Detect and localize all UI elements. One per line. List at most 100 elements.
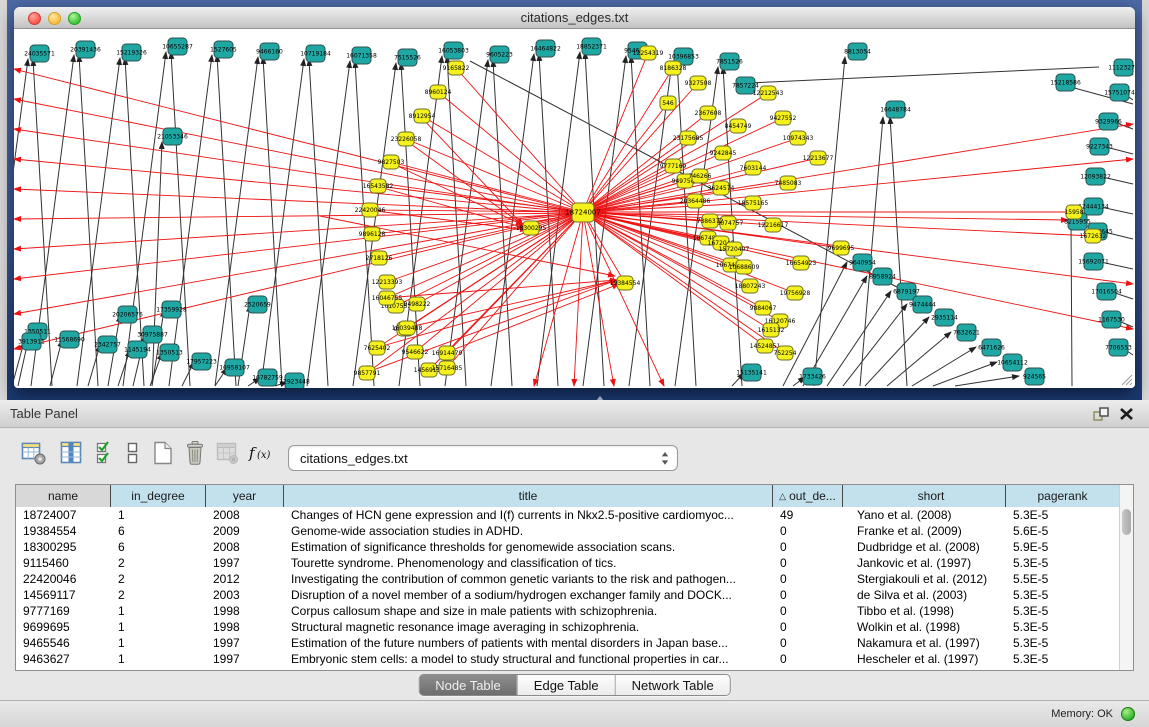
function-builder-icon[interactable]: f (x) xyxy=(246,440,274,466)
cell-short: Jankovic et al. (1997) xyxy=(843,555,1006,571)
scrollbar-thumb[interactable] xyxy=(1122,509,1131,535)
table-row[interactable]: 946362711997Embryonic stem cells: a mode… xyxy=(16,651,1120,667)
combo-stepper-icon xyxy=(661,451,669,466)
graph-node-label: 3624574 xyxy=(708,185,735,192)
graph-edge xyxy=(50,340,62,386)
graph-node-label: 924565 xyxy=(1023,374,1046,381)
graph-node-label: 9640954 xyxy=(849,260,876,267)
memory-ok-led-icon[interactable] xyxy=(1121,707,1135,721)
graph-node-label: 15751074 xyxy=(1104,90,1135,97)
cell-pagerank: 5.3E-5 xyxy=(1006,635,1120,651)
network-canvas[interactable]: 2403557120391436152193261065528715276059… xyxy=(14,29,1135,388)
graph-edge xyxy=(933,362,997,386)
table-row[interactable]: 1872400712008Changes of HCN gene express… xyxy=(16,507,1120,523)
graph-node-label: 20364486 xyxy=(680,198,711,205)
new-column-icon[interactable] xyxy=(150,440,178,466)
graph-edge xyxy=(890,117,907,386)
graph-node-label: 3913911 xyxy=(18,339,45,346)
cell-title: Embryonic stem cells: a model to study s… xyxy=(284,651,773,667)
cell-name: 18724007 xyxy=(16,507,111,523)
table-row[interactable]: 969969511998Structural magnetic resonanc… xyxy=(16,619,1120,635)
graph-node-label: 17359928 xyxy=(156,307,187,314)
graph-node-label: 2520659 xyxy=(244,302,271,309)
table-settings-icon[interactable] xyxy=(20,440,48,466)
graph-node-label: 9329966 xyxy=(1095,119,1122,126)
network-view-window[interactable]: citations_edges.txt 24035571203914361521… xyxy=(14,7,1135,388)
table-row[interactable]: 1830029562008Estimation of significance … xyxy=(16,539,1120,555)
column-header-short[interactable]: short xyxy=(843,485,1006,507)
column-header-title[interactable]: title xyxy=(284,485,773,507)
show-columns-icon[interactable] xyxy=(58,440,86,466)
graph-node-label: 7485083 xyxy=(775,180,802,187)
column-header-pagerank[interactable]: pagerank xyxy=(1006,485,1120,507)
graph-node-label: 20391436 xyxy=(70,47,101,54)
select-all-rows-icon[interactable] xyxy=(94,440,122,466)
graph-edge xyxy=(391,162,583,212)
graph-node-label: 9242845 xyxy=(710,150,737,157)
tab-node-table[interactable]: Node Table xyxy=(419,675,517,695)
graph-node-label: 20206576 xyxy=(112,312,143,319)
graph-node-label: 1527605 xyxy=(210,47,237,54)
graph-edge xyxy=(215,57,258,386)
graph-node-label: 9227343 xyxy=(1086,144,1113,151)
tab-network-table[interactable]: Network Table xyxy=(615,675,730,695)
graph-edge xyxy=(843,304,907,386)
close-panel-icon[interactable] xyxy=(1117,405,1137,423)
column-header-name[interactable]: name xyxy=(16,485,111,507)
graph-node-label: 7625402 xyxy=(364,345,391,352)
resize-grip-icon[interactable] xyxy=(1119,372,1133,386)
clear-row-selection-icon[interactable] xyxy=(124,440,152,466)
status-bar: Memory: OK xyxy=(0,700,1149,727)
graph-node-label: 9498222 xyxy=(404,301,431,308)
table-row[interactable]: 2242004622012Investigating the contribut… xyxy=(16,571,1120,587)
node-attribute-table[interactable]: namein_degreeyeartitle△out_de...shortpag… xyxy=(15,484,1134,671)
cell-title: Corpus callosum shape and size in male p… xyxy=(284,603,773,619)
window-titlebar[interactable]: citations_edges.txt xyxy=(14,7,1135,29)
table-type-tabs: Node TableEdge TableNetwork Table xyxy=(418,674,731,696)
cell-title: Estimation of significance thresholds fo… xyxy=(284,539,773,555)
graph-node-label: 12216617 xyxy=(758,222,789,229)
network-desktop: citations_edges.txt 24035571203914361521… xyxy=(7,0,1142,400)
column-header-year[interactable]: year xyxy=(206,485,284,507)
float-panel-icon[interactable] xyxy=(1091,405,1111,423)
cell-pagerank: 5.5E-5 xyxy=(1006,571,1120,587)
graph-node-label: 15958 xyxy=(1064,209,1083,216)
cell-pagerank: 5.3E-5 xyxy=(1006,619,1120,635)
cell-year: 2003 xyxy=(206,587,284,603)
graph-node-label: 12254319 xyxy=(633,50,664,57)
graph-node-label: 19756928 xyxy=(780,290,811,297)
cell-name: 9463627 xyxy=(16,651,111,667)
cell-title: Disruption of a novel member of a sodium… xyxy=(284,587,773,603)
graph-node-label: 18852371 xyxy=(576,44,607,51)
window-title: citations_edges.txt xyxy=(14,10,1135,25)
table-row[interactable]: 911546021997Tourette syndrome. Phenomeno… xyxy=(16,555,1120,571)
graph-node-label: 19384554 xyxy=(610,280,641,287)
table-row[interactable]: 1456911722003Disruption of a novel membe… xyxy=(16,587,1120,603)
graph-node-label: 16654923 xyxy=(786,260,817,267)
graph-edge xyxy=(14,213,583,314)
table-header-row: namein_degreeyeartitle△out_de...shortpag… xyxy=(16,485,1120,507)
graph-svg[interactable]: 2403557120391436152193261065528715276059… xyxy=(14,29,1135,388)
column-header-in-degree[interactable]: in_degree xyxy=(111,485,206,507)
cell-out-de: 0 xyxy=(773,555,843,571)
cell-name: 9115460 xyxy=(16,555,111,571)
table-panel: Table Panel xyxy=(0,400,1149,700)
table-row[interactable]: 977716911998Corpus callosum shape and si… xyxy=(16,603,1120,619)
cell-title: Structural magnetic resonance image aver… xyxy=(284,619,773,635)
cell-short: Dudbridge et al. (2008) xyxy=(843,539,1006,555)
graph-edge xyxy=(865,317,929,386)
graph-node-label: 9884067 xyxy=(750,305,777,312)
cell-in-degree: 6 xyxy=(111,523,206,539)
table-vertical-scrollbar[interactable] xyxy=(1119,485,1133,670)
cell-out-de: 0 xyxy=(773,635,843,651)
table-row[interactable]: 1938455462009Genome-wide association stu… xyxy=(16,523,1120,539)
graph-edge xyxy=(217,55,236,386)
table-row[interactable]: 946554611997Estimation of the future num… xyxy=(16,635,1120,651)
table-selector[interactable]: citations_edges.txt xyxy=(288,445,678,471)
graph-node-label: 18575165 xyxy=(738,200,769,207)
column-header-out-de[interactable]: △out_de... xyxy=(773,485,843,507)
cell-pagerank: 5.3E-5 xyxy=(1006,651,1120,667)
graph-edge xyxy=(261,59,304,386)
tab-edge-table[interactable]: Edge Table xyxy=(517,675,615,695)
delete-column-icon[interactable] xyxy=(182,440,210,466)
